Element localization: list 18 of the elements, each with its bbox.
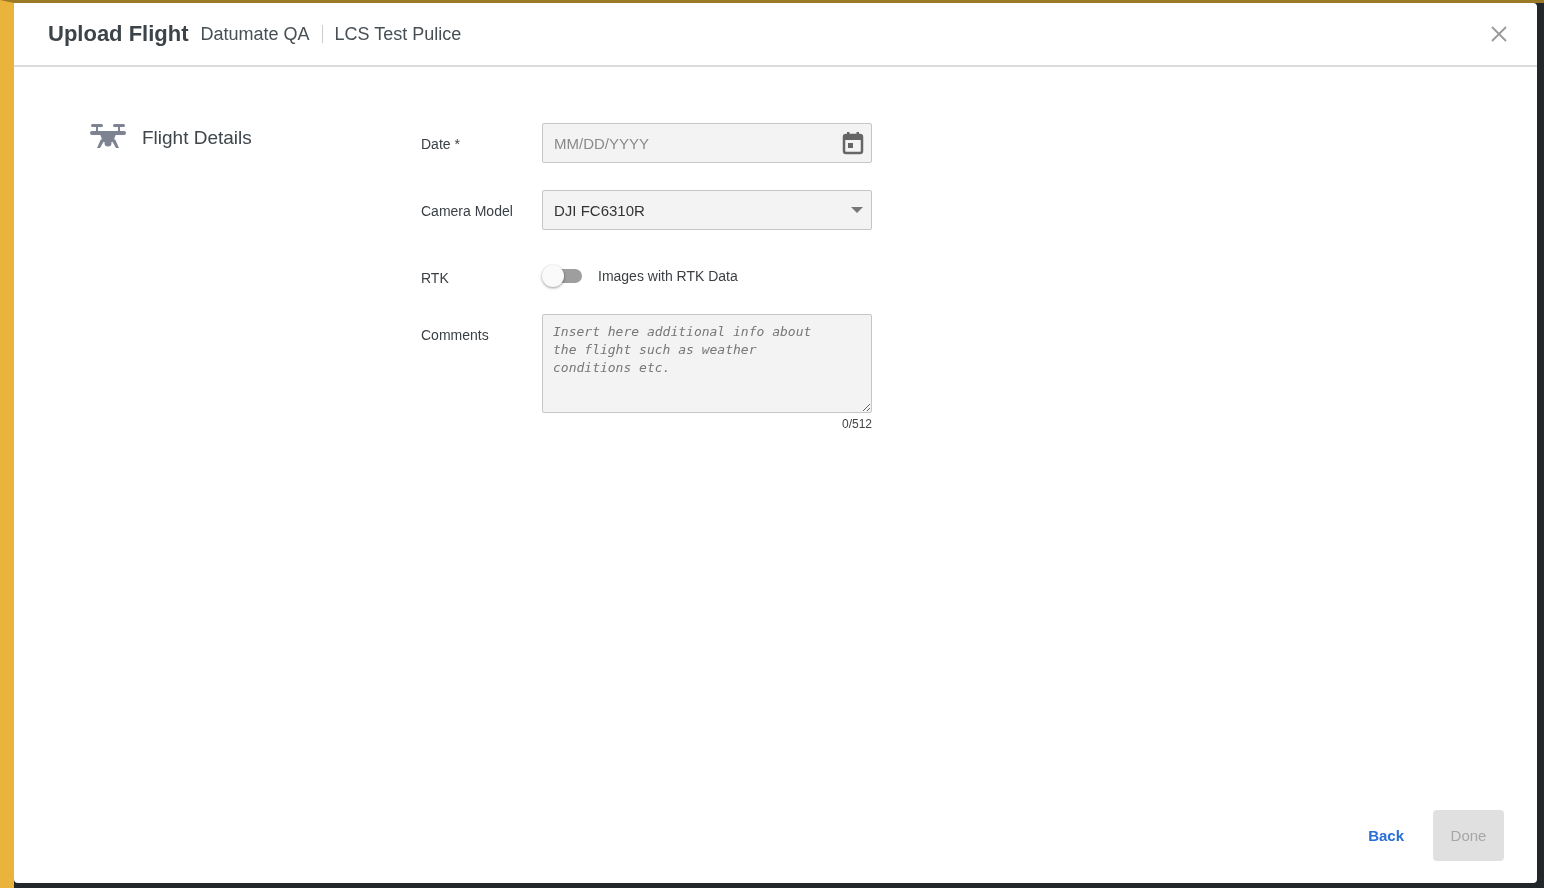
section-title: Flight Details xyxy=(142,127,252,149)
camera-model-dropdown[interactable]: DJI FC6310R xyxy=(542,190,872,230)
comments-field[interactable]: Insert here additional info about the flight such as weather conditions etc. xyxy=(542,314,872,413)
caret-icon xyxy=(851,207,863,213)
field-label: Camera Model xyxy=(421,202,514,219)
date-field[interactable]: MM/DD/YYYY xyxy=(542,123,872,163)
field-label: Comments xyxy=(421,326,490,343)
back-button[interactable]: Back xyxy=(1368,827,1404,844)
field-label: Date * xyxy=(421,135,461,152)
character-counter: 0/512 xyxy=(841,417,872,431)
dialog-title: Upload Flight xyxy=(48,21,189,47)
rtk-toggle[interactable] xyxy=(542,265,582,287)
field-label: RTK xyxy=(421,269,450,286)
drone-icon xyxy=(90,123,126,151)
breadcrumb: Datumate QA xyxy=(200,23,310,45)
toggle-label: Images with RTK Data xyxy=(598,268,738,284)
breadcrumb: LCS Test Pulice xyxy=(334,23,462,45)
calendar-icon[interactable] xyxy=(842,131,864,155)
